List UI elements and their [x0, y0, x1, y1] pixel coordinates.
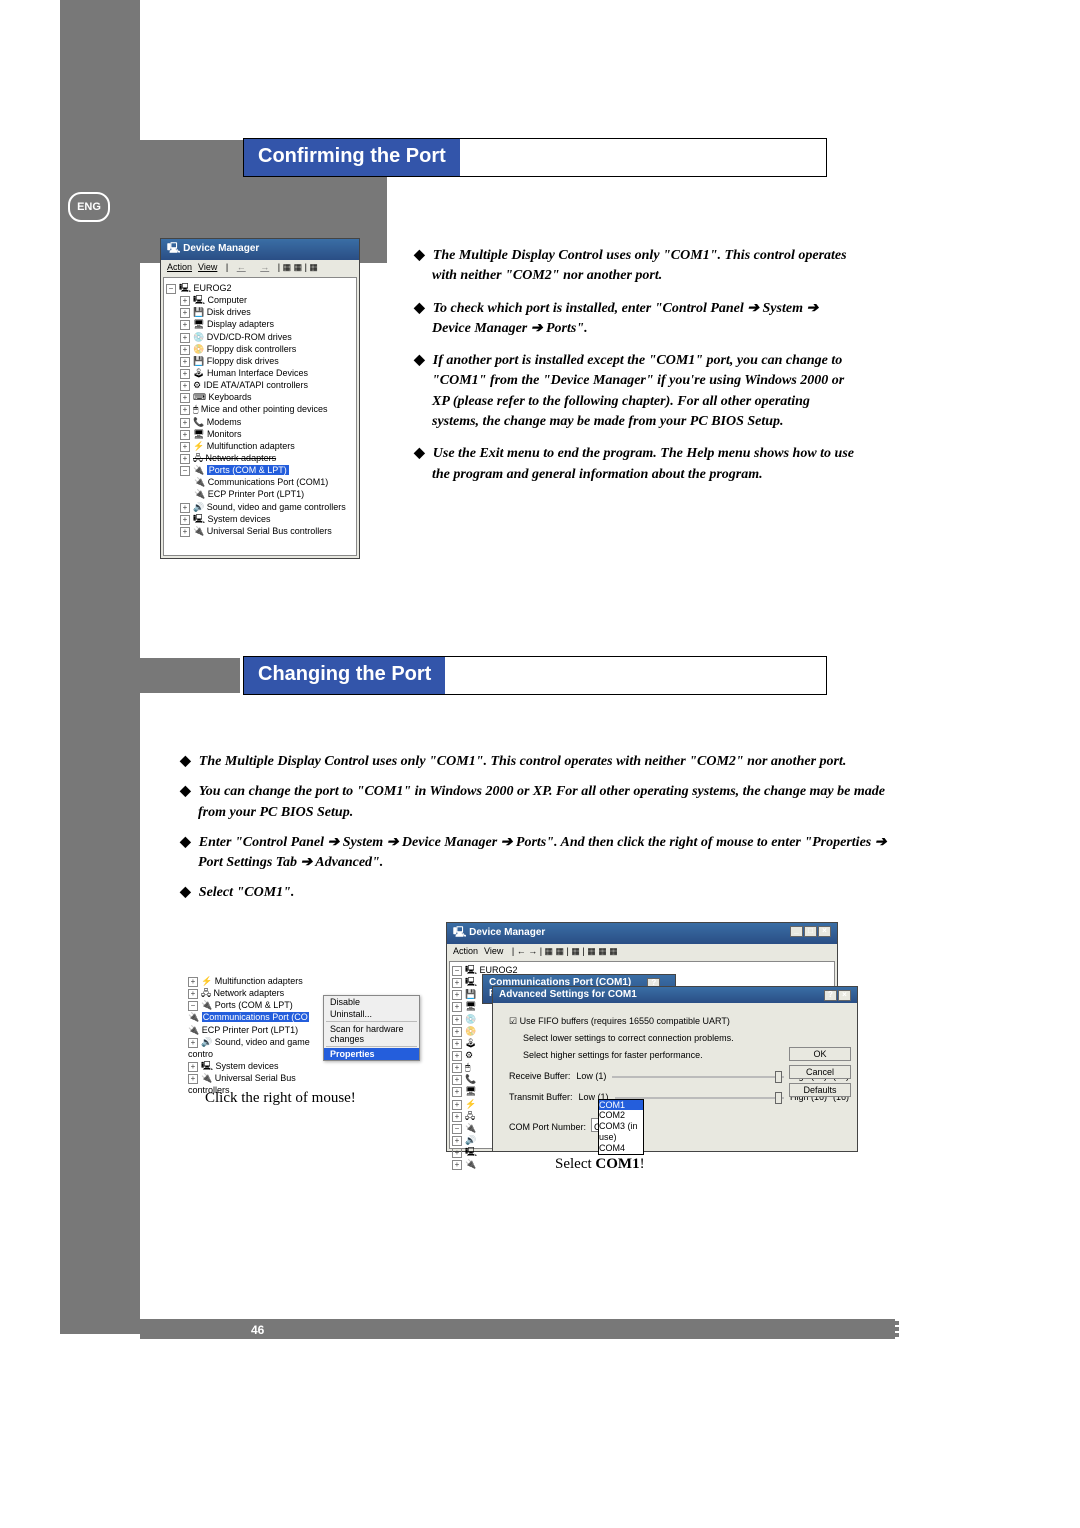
section2-title-box: Changing the Port — [243, 656, 827, 695]
context-menu: Disable Uninstall... Scan for hardware c… — [323, 995, 420, 1061]
tree-com1[interactable]: Communications Port (COM1) — [208, 477, 329, 487]
ctx-selected-com[interactable]: Communications Port (CO — [202, 1012, 309, 1022]
tree-root: EUROG2 — [194, 283, 232, 293]
tree-ports[interactable]: Ports (COM & LPT) — [207, 465, 289, 475]
tree-lpt1[interactable]: ECP Printer Port (LPT1) — [208, 489, 304, 499]
menu-view[interactable]: View — [198, 262, 217, 273]
ctx-scan[interactable]: Scan for hardware changes — [324, 1023, 419, 1045]
ok-button[interactable]: OK — [789, 1047, 851, 1061]
comport-dropdown[interactable]: COM1 COM2 COM3 (in use) COM4 — [598, 1099, 644, 1155]
use-fifo-check[interactable]: Use FIFO buffers (requires 16550 compati… — [520, 1016, 730, 1026]
dlg2-caption: Select COM1! — [555, 1156, 645, 1173]
adv-title: Advanced Settings for COM1 — [499, 989, 637, 1001]
devmgr-menubar: Action View | ← → | ▦ ▦ | ▦ — [161, 260, 359, 275]
ctx-disable[interactable]: Disable — [324, 996, 419, 1008]
context-menu-screenshot: +⚡ Multifunction adapters +🖧 Network ada… — [188, 975, 318, 1096]
section1-title-box: Confirming the Port — [243, 138, 827, 177]
section1-bullets: The Multiple Display Control uses only "… — [414, 246, 854, 497]
defaults-button[interactable]: Defaults — [789, 1083, 851, 1097]
section2-title: Changing the Port — [244, 657, 445, 694]
language-badge: ENG — [68, 192, 110, 222]
receive-slider[interactable] — [612, 1076, 784, 1078]
device-manager-screenshot: 🖳 Device Manager Action View | ← → | ▦ ▦… — [160, 238, 360, 559]
dlg2-outer-titlebar: 🖳 Device Manager _□× — [447, 923, 837, 944]
menu-action[interactable]: Action — [167, 262, 192, 273]
title-gray-block-2 — [140, 658, 240, 693]
cancel-button[interactable]: Cancel — [789, 1065, 851, 1079]
footer-dots-icon — [895, 1327, 899, 1331]
ctx-caption: Click the right of mouse! — [205, 1090, 356, 1107]
page-footer: 46 — [140, 1319, 895, 1339]
devmgr-titlebar: 🖳 Device Manager — [161, 239, 359, 260]
page-number: 46 — [251, 1323, 264, 1337]
advanced-settings-screenshot: 🖳 Device Manager _□× ActionView | ← → | … — [446, 922, 838, 1152]
footer-arrow-icon — [243, 1305, 263, 1318]
ctx-properties[interactable]: Properties — [324, 1048, 419, 1060]
section1-title: Confirming the Port — [244, 139, 460, 176]
ctx-uninstall[interactable]: Uninstall... — [324, 1008, 419, 1020]
section2-bullets: The Multiple Display Control uses only "… — [180, 752, 895, 914]
